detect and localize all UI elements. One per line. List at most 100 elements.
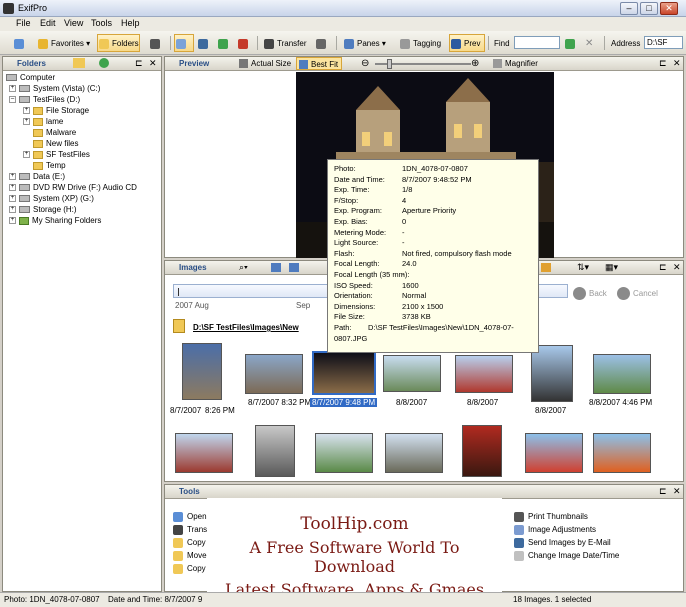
info-row: Dimensions: 2100 x 1500 <box>334 302 532 313</box>
info-key: Orientation: <box>334 291 373 301</box>
delete-button[interactable] <box>236 34 254 52</box>
exif-button[interactable] <box>196 34 214 52</box>
tree-item-dvd-f[interactable]: + DVD RW Drive (F:) Audio CD <box>9 182 137 193</box>
close-button[interactable]: ✕ <box>660 2 678 15</box>
actual-size-button[interactable]: Actual Size <box>239 59 291 68</box>
zoom-slider-thumb[interactable] <box>387 59 392 69</box>
find-input[interactable] <box>514 36 560 49</box>
tree-item-storage-h[interactable]: + Storage (H:) <box>9 204 77 215</box>
zoom-out-icon[interactable]: ⊖ <box>361 58 369 69</box>
watermark-overlay: ToolHip.com A Free Software World To Dow… <box>207 498 502 604</box>
panes-button[interactable]: Panes ▾ <box>342 34 387 52</box>
thumbnail-13[interactable] <box>525 433 583 473</box>
tree-item-system-c[interactable]: + System (Vista) (C:) <box>9 83 100 94</box>
folders-button[interactable]: Folders <box>97 34 140 52</box>
info-key: Flash: <box>334 248 355 258</box>
favorites-button[interactable]: Favorites ▾ <box>36 34 91 52</box>
thumbnail-9[interactable] <box>255 425 295 477</box>
tree-item-temp[interactable]: Temp <box>33 160 66 171</box>
tool-change-date[interactable]: Change Image Date/Time <box>514 550 619 562</box>
preview-pane-header: Preview Actual Size Best Fit ⊖ ⊕ Magnifi… <box>165 57 683 71</box>
thumbnail-3[interactable] <box>312 351 376 395</box>
sort-icon[interactable] <box>271 263 281 272</box>
tools-pin-icon[interactable]: ⊏ <box>659 486 667 497</box>
tool-copy[interactable]: Copy <box>173 537 206 549</box>
tree-item-malware[interactable]: Malware <box>33 127 76 138</box>
tool-move[interactable]: Move <box>173 550 207 562</box>
menu-edit[interactable]: Edit <box>40 18 56 28</box>
print-button[interactable] <box>314 34 332 52</box>
thumbnail-14[interactable] <box>593 433 651 473</box>
find-go-button[interactable] <box>563 34 579 52</box>
back-nav-button[interactable] <box>12 34 30 52</box>
view-mode-icon[interactable]: ▦▾ <box>605 262 618 273</box>
find-clear-icon[interactable]: ✕ <box>585 38 593 49</box>
tool-open[interactable]: Open <box>173 511 207 523</box>
tool-transfer[interactable]: Trans <box>173 524 207 536</box>
view-button[interactable] <box>174 34 194 52</box>
thumbnail-5[interactable] <box>455 355 513 393</box>
info-row: Exp. Bias: 0 <box>334 217 532 228</box>
tool-print-thumbnails[interactable]: Print Thumbnails <box>514 511 588 523</box>
tree-item-testfiles-d[interactable]: – TestFiles (D:) <box>9 94 80 105</box>
tree-item-lame[interactable]: + lame <box>23 116 63 127</box>
camera-button[interactable] <box>148 34 168 52</box>
menu-view[interactable]: View <box>64 18 83 28</box>
tool-send-email[interactable]: Send Images by E-Mail <box>514 537 611 549</box>
folder-options-icon[interactable] <box>73 58 85 68</box>
preview-pin-icon[interactable]: ⊏ <box>659 58 667 69</box>
adjust-icon <box>514 525 524 535</box>
tools-close-icon[interactable]: ✕ <box>673 486 681 497</box>
refresh-button[interactable] <box>216 34 234 52</box>
thumbnail-7[interactable] <box>593 354 651 394</box>
timeline-marker <box>178 288 179 296</box>
thumbnail-10[interactable] <box>315 433 373 473</box>
tree-item-sf-testfiles[interactable]: + SF TestFiles <box>23 149 90 160</box>
thumbnail-4[interactable] <box>383 355 441 392</box>
tag-icon <box>400 39 410 49</box>
sort-order-icon[interactable]: ⇅▾ <box>577 262 589 273</box>
transfer-button[interactable]: Transfer <box>262 34 308 52</box>
preview-close-icon[interactable]: ✕ <box>673 58 681 69</box>
back-button[interactable]: Back <box>573 287 607 300</box>
folders-pin-icon[interactable]: ⊏ <box>135 58 143 69</box>
images-close-icon[interactable]: ✕ <box>673 262 681 273</box>
thumbnail-8[interactable] <box>175 433 233 473</box>
zoom-in-icon[interactable]: ⊕ <box>471 58 479 69</box>
tree-item-system-g[interactable]: + System (XP) (G:) <box>9 193 94 204</box>
tree-item-file-storage[interactable]: + File Storage <box>23 105 89 116</box>
zoom-slider[interactable] <box>375 59 471 69</box>
tool-copy-2[interactable]: Copy <box>173 563 206 575</box>
tree-label: Computer <box>20 73 56 82</box>
search-icon[interactable]: ⌕▾ <box>239 262 248 273</box>
tree-label: SF TestFiles <box>46 150 90 159</box>
maximize-button[interactable]: □ <box>640 2 658 15</box>
tag-filter-icon[interactable] <box>541 263 551 272</box>
thumbnail-6[interactable] <box>531 345 573 402</box>
tagging-button[interactable]: Tagging <box>398 34 442 52</box>
tree-item-computer[interactable]: Computer <box>6 72 55 83</box>
images-pin-icon[interactable]: ⊏ <box>659 262 667 273</box>
menu-tools[interactable]: Tools <box>91 18 112 28</box>
address-input[interactable]: D:\SF <box>644 36 683 49</box>
menu-help[interactable]: Help <box>121 18 140 28</box>
folders-close-icon[interactable]: ✕ <box>149 58 157 69</box>
thumbnail-1[interactable] <box>182 343 222 400</box>
preview-toggle-button[interactable]: Prev <box>449 34 485 52</box>
folder-icon <box>33 128 43 137</box>
thumbnail-11[interactable] <box>385 433 443 473</box>
tree-item-sharing[interactable]: + My Sharing Folders <box>9 215 101 226</box>
cancel-button[interactable]: Cancel <box>617 287 658 300</box>
refresh-tree-icon[interactable] <box>99 58 109 68</box>
best-fit-button[interactable]: Best Fit <box>296 57 343 70</box>
thumbnail-12[interactable] <box>462 425 502 477</box>
minimize-button[interactable]: – <box>620 2 638 15</box>
group-icon[interactable] <box>289 263 299 272</box>
tree-item-data-e[interactable]: + Data (E:) <box>9 171 65 182</box>
tree-item-new-files[interactable]: New files <box>33 138 78 149</box>
menu-file[interactable]: File <box>16 18 31 28</box>
dvd-icon <box>19 184 30 192</box>
tool-image-adjustments[interactable]: Image Adjustments <box>514 524 596 536</box>
magnifier-button[interactable]: Magnifier <box>493 59 538 68</box>
thumbnail-2[interactable] <box>245 354 303 394</box>
